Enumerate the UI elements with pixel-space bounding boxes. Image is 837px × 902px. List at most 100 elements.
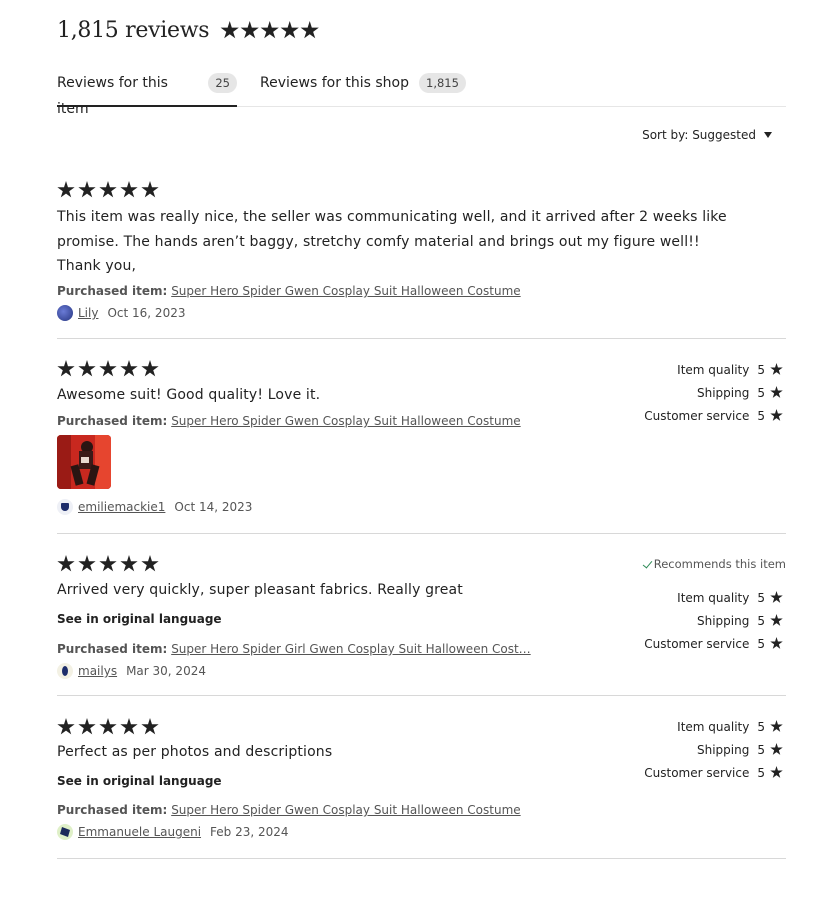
rating-label: Item quality: [677, 590, 750, 605]
star-icon: [770, 766, 783, 778]
rating-label: Customer service: [644, 408, 750, 423]
review-text: This item was really nice, the seller wa…: [57, 209, 727, 274]
review-rating-stars: [57, 181, 162, 199]
sort-label: Sort by: Suggested: [642, 128, 756, 142]
review-meta: Lily Oct 16, 2023: [57, 305, 185, 321]
review-date: Mar 30, 2024: [126, 664, 206, 678]
star-icon: [120, 718, 138, 735]
star-icon: [57, 181, 75, 198]
rating-label: Customer service: [644, 765, 750, 780]
star-icon: [141, 555, 159, 572]
purchased-item-label: Purchased item:: [57, 642, 168, 656]
star-icon: [99, 718, 117, 735]
review-text: Perfect as per photos and descriptions: [57, 744, 333, 760]
review-date: Feb 23, 2024: [210, 825, 289, 839]
review-item: Awesome suit! Good quality! Love it. Pur…: [57, 338, 786, 534]
tab-label: Reviews for this shop: [260, 75, 410, 91]
star-icon: [280, 21, 299, 39]
caret-down-icon: [764, 132, 772, 138]
review-meta: emiliemackie1 Oct 14, 2023: [57, 499, 252, 515]
star-icon: [260, 21, 279, 39]
purchased-item-label: Purchased item:: [57, 414, 168, 428]
review-photo[interactable]: [57, 435, 111, 489]
purchased-item-link[interactable]: Super Hero Spider Gwen Cosplay Suit Hall…: [171, 284, 520, 298]
rating-label: Shipping: [697, 613, 750, 628]
review-rating-stars: [57, 555, 162, 573]
review-date: Oct 14, 2023: [174, 500, 253, 514]
see-original-language-link[interactable]: See in original language: [57, 612, 222, 626]
review-meta: Emmanuele Laugeni Feb 23, 2024: [57, 824, 289, 840]
rating-value: 5: [757, 408, 765, 423]
review-item: Arrived very quickly, super pleasant fab…: [57, 533, 786, 696]
detailed-ratings: Item quality 5 Shipping 5 Customer servi…: [644, 715, 783, 784]
rating-label: Item quality: [677, 362, 750, 377]
rating-value: 5: [757, 590, 765, 605]
star-icon: [57, 718, 75, 735]
purchased-item-link[interactable]: Super Hero Spider Gwen Cosplay Suit Hall…: [171, 803, 520, 817]
star-icon: [141, 181, 159, 198]
rating-value: 5: [757, 362, 765, 377]
rating-label: Shipping: [697, 742, 750, 757]
rating-customer-service: Customer service 5: [644, 404, 783, 427]
count-badge: 25: [208, 73, 237, 93]
overall-rating-stars: [220, 21, 320, 40]
tab-label: Reviews for this item: [57, 75, 168, 117]
star-icon: [99, 181, 117, 198]
reviewer-name-link[interactable]: mailys: [78, 664, 117, 678]
review-text: Awesome suit! Good quality! Love it.: [57, 387, 321, 403]
reviewer-name-link[interactable]: emiliemackie1: [78, 500, 165, 514]
purchased-item: Purchased item: Super Hero Spider Gwen C…: [57, 803, 521, 817]
star-icon: [78, 360, 96, 377]
star-icon: [141, 360, 159, 377]
avatar: [57, 824, 73, 840]
review-meta: mailys Mar 30, 2024: [57, 663, 206, 679]
see-original-language-link[interactable]: See in original language: [57, 774, 222, 788]
tab-reviews-for-item[interactable]: Reviews for this item 25: [57, 70, 237, 117]
star-icon: [141, 718, 159, 735]
star-icon: [770, 614, 783, 626]
star-icon: [120, 360, 138, 377]
star-icon: [770, 363, 783, 375]
star-icon: [78, 181, 96, 198]
star-icon: [78, 718, 96, 735]
rating-value: 5: [757, 385, 765, 400]
detailed-ratings: Item quality 5 Shipping 5 Customer servi…: [644, 358, 783, 427]
review-tabs: Reviews for this item 25 Reviews for thi…: [57, 70, 786, 117]
rating-item-quality: Item quality 5: [644, 358, 783, 381]
star-icon: [770, 720, 783, 732]
purchased-item-link[interactable]: Super Hero Spider Gwen Cosplay Suit Hall…: [171, 414, 520, 428]
rating-shipping: Shipping 5: [644, 609, 783, 632]
review-item: This item was really nice, the seller wa…: [57, 160, 786, 339]
reviewer-name-link[interactable]: Emmanuele Laugeni: [78, 825, 201, 839]
star-icon: [770, 637, 783, 649]
recommends-badge: Recommends this item: [642, 557, 786, 571]
reviewer-name-link[interactable]: Lily: [78, 306, 98, 320]
count-badge: 1,815: [419, 73, 466, 93]
review-date: Oct 16, 2023: [107, 306, 186, 320]
star-icon: [99, 360, 117, 377]
rating-value: 5: [757, 636, 765, 651]
tab-reviews-for-shop[interactable]: Reviews for this shop 1,815: [260, 70, 466, 106]
rating-customer-service: Customer service 5: [644, 632, 783, 655]
star-icon: [99, 555, 117, 572]
rating-shipping: Shipping 5: [644, 381, 783, 404]
avatar: [57, 663, 73, 679]
star-icon: [770, 386, 783, 398]
detailed-ratings: Item quality 5 Shipping 5 Customer servi…: [644, 586, 783, 655]
star-icon: [220, 21, 239, 39]
rating-value: 5: [757, 719, 765, 734]
review-item: Perfect as per photos and descriptions S…: [57, 695, 786, 859]
avatar: [57, 499, 73, 515]
rating-value: 5: [757, 742, 765, 757]
reviews-header: 1,815 reviews: [57, 18, 320, 43]
rating-label: Customer service: [644, 636, 750, 651]
recommends-label: Recommends this item: [653, 557, 786, 571]
star-icon: [240, 21, 259, 39]
star-icon: [770, 409, 783, 421]
review-photo-image: [57, 435, 111, 489]
sort-dropdown[interactable]: Sort by: Suggested: [642, 128, 772, 142]
reviews-count-title: 1,815 reviews: [57, 18, 210, 43]
purchased-item-link[interactable]: Super Hero Spider Girl Gwen Cosplay Suit…: [171, 642, 530, 656]
rating-value: 5: [757, 613, 765, 628]
review-rating-stars: [57, 718, 162, 736]
